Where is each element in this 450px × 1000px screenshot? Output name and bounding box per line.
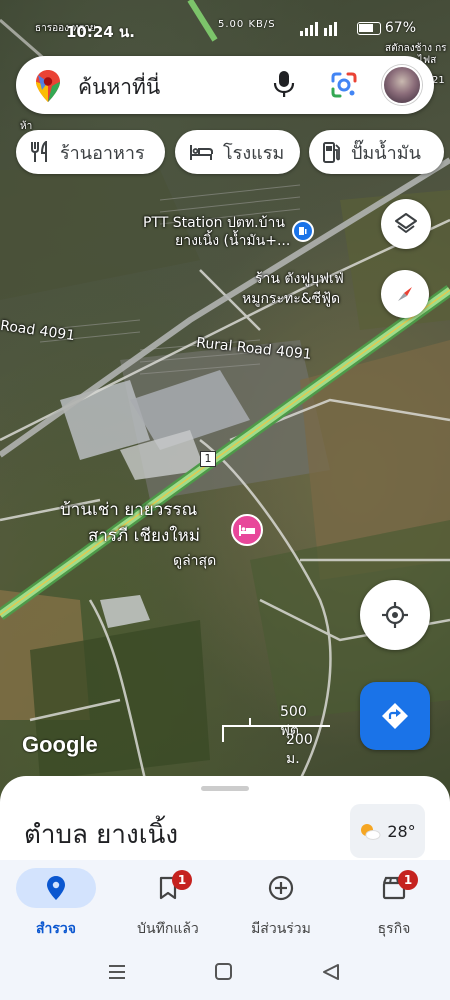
google-maps-pin-icon xyxy=(36,70,60,106)
saved-badge: 1 xyxy=(172,870,192,890)
weather-chip[interactable]: 28° xyxy=(350,804,425,858)
search-input[interactable]: ค้นหาที่นี่ xyxy=(78,71,160,104)
layers-icon xyxy=(395,213,417,233)
nav-explore-label: สำรวจ xyxy=(36,921,76,937)
road-shield-icon: 1 xyxy=(200,451,216,467)
hotel-pin-icon[interactable] xyxy=(231,514,263,546)
google-logo: Google xyxy=(22,732,98,757)
account-avatar[interactable] xyxy=(382,65,422,105)
signal-icon xyxy=(300,22,344,40)
crosshair-icon xyxy=(382,602,408,628)
hotel-label-1[interactable]: บ้านเช่า ยายวรรณ xyxy=(60,500,197,521)
chip-gas-stations-label: ปั๊มน้ำมัน xyxy=(351,142,421,164)
restaurant-icon xyxy=(31,141,47,162)
satellite-map xyxy=(0,0,450,800)
bottom-navigation: สำรวจ 1 บันทึกแล้ว มีส่วนร่วม 1 ธุรกิจ xyxy=(0,860,450,942)
recent-apps-icon[interactable] xyxy=(108,964,126,984)
explore-pin-icon xyxy=(47,876,65,900)
ptt-station-label-2[interactable]: ยางเนิ้ง (น้ำมัน+... xyxy=(175,232,290,250)
partly-cloudy-icon xyxy=(361,824,381,840)
nav-saved[interactable]: 1 บันทึกแล้ว xyxy=(113,868,223,940)
map-view[interactable]: ธารออง ทราย สตักลงช้าง กร ไฟส 21 ห้า PTT… xyxy=(0,0,450,800)
nav-contribute-label: มีส่วนร่วม xyxy=(251,921,311,937)
status-time: 10:24 น. xyxy=(66,23,135,41)
chip-hotels-label: โรงแรม xyxy=(223,142,285,164)
contribute-icon xyxy=(268,875,294,901)
microphone-icon[interactable] xyxy=(273,70,295,102)
gas-station-icon xyxy=(323,142,340,163)
layers-button[interactable] xyxy=(381,199,431,249)
nav-contribute[interactable]: มีส่วนร่วม xyxy=(226,868,336,940)
chip-gas-stations[interactable]: ปั๊มน้ำมัน xyxy=(309,130,444,174)
place-title: ตำบล ยางเนิ้ง xyxy=(24,820,179,850)
chip-restaurants-label: ร้านอาหาร xyxy=(60,142,145,164)
back-icon[interactable] xyxy=(322,963,340,985)
system-navigation-bar xyxy=(0,942,450,1000)
directions-icon xyxy=(382,703,408,729)
home-icon[interactable] xyxy=(215,963,232,980)
compass-icon xyxy=(398,287,412,301)
battery-icon xyxy=(357,22,381,35)
nav-business[interactable]: 1 ธุรกิจ xyxy=(339,868,449,940)
network-speed: 5.00 KB/S xyxy=(218,19,276,30)
my-location-button[interactable] xyxy=(360,580,430,650)
scale-meters: 200 ม. xyxy=(286,732,313,767)
nav-saved-label: บันทึกแล้ว xyxy=(137,921,199,937)
battery-percent: 67% xyxy=(384,20,416,36)
nav-explore[interactable]: สำรวจ xyxy=(1,868,111,940)
gas-station-pin-icon[interactable] xyxy=(292,220,314,242)
google-lens-icon[interactable] xyxy=(330,71,358,103)
hotel-label-2[interactable]: สารภี เชียงใหม่ xyxy=(88,526,200,547)
directions-button[interactable] xyxy=(360,682,430,750)
nav-business-label: ธุรกิจ xyxy=(377,921,411,937)
chip-hotels[interactable]: โรงแรม xyxy=(175,130,300,174)
restaurant-label-2[interactable]: หมูกระทะ&ซีฟู้ด xyxy=(242,290,340,308)
status-bar: 10:24 น. 5.00 KB/S 67% xyxy=(0,0,450,41)
chip-restaurants[interactable]: ร้านอาหาร xyxy=(16,130,165,174)
hotel-icon xyxy=(190,145,213,160)
business-badge: 1 xyxy=(398,870,418,890)
ptt-station-label-1[interactable]: PTT Station ปตท.บ้าน xyxy=(143,214,285,232)
sheet-drag-handle[interactable] xyxy=(201,786,249,791)
search-bar[interactable]: ค้นหาที่นี่ xyxy=(16,56,434,114)
weather-temp: 28° xyxy=(387,821,416,841)
hotel-sublabel: ดูล่าสุด xyxy=(173,553,217,569)
compass-button[interactable] xyxy=(381,270,429,318)
restaurant-label-1[interactable]: ร้าน ตังฟูบุฟเฟ่ xyxy=(255,270,344,288)
